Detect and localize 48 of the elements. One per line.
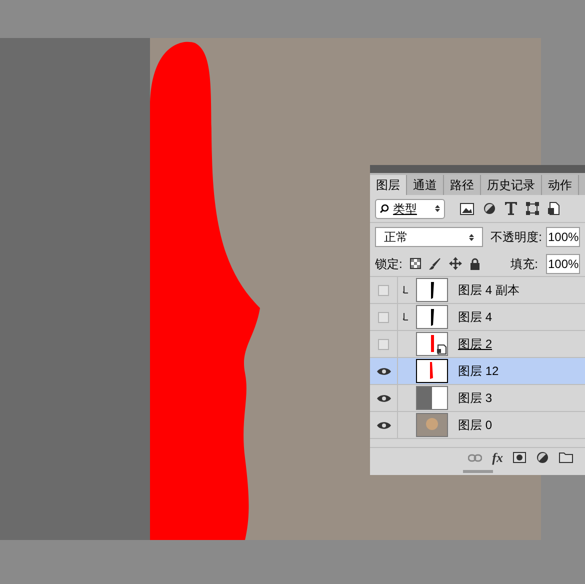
smart-object-filter-icon[interactable] <box>548 202 560 215</box>
filter-label: 类型 <box>393 200 418 218</box>
eye-icon[interactable] <box>376 394 390 402</box>
folder-icon[interactable] <box>559 452 573 463</box>
visibility-checkbox[interactable] <box>378 338 389 350</box>
opacity-field[interactable]: 100% <box>546 227 580 247</box>
opacity-label: 不透明度: <box>490 229 542 246</box>
layer-name: 图层 0 <box>458 417 492 434</box>
updown-icon <box>435 204 440 213</box>
layer-name: 图层 4 副本 <box>458 282 520 299</box>
layer-row[interactable]: 图层 4 副本 <box>370 277 585 304</box>
eye-icon[interactable] <box>376 420 390 430</box>
resize-grip-icon[interactable] <box>462 470 492 472</box>
mask-icon[interactable] <box>513 452 526 463</box>
image-filter-icon[interactable] <box>460 202 474 214</box>
layer-row[interactable]: 图层 0 <box>370 412 585 439</box>
lock-label: 锁定: <box>375 256 402 272</box>
lock-icon[interactable] <box>470 258 480 270</box>
updown-icon <box>468 232 474 242</box>
adjustment-filter-icon[interactable] <box>483 202 496 215</box>
layer-name: 图层 3 <box>458 390 492 407</box>
layer-name: 图层 12 <box>458 363 499 380</box>
panel-tab[interactable]: 通道 <box>407 175 444 195</box>
adjustment-layer-icon[interactable] <box>536 451 549 464</box>
shape-filter-icon[interactable] <box>526 202 539 215</box>
fill-label: 填充: <box>510 256 538 272</box>
layer-row[interactable]: 图层 3 <box>370 385 585 412</box>
search-icon <box>380 204 389 213</box>
blend-mode-label: 正常 <box>384 229 409 246</box>
layer-name: 图层 4 <box>458 309 492 326</box>
filter-dropdown[interactable]: 类型 <box>375 198 445 218</box>
panel-tab[interactable]: 图层 <box>370 175 407 195</box>
fill-field[interactable]: 100% <box>546 254 580 274</box>
selected-layer-row[interactable]: 图层 12 <box>370 358 585 385</box>
visibility-checkbox[interactable] <box>378 284 389 296</box>
panel-tab[interactable]: 动作 <box>542 175 579 195</box>
fx-button[interactable]: fx <box>492 448 503 468</box>
panel-tab[interactable]: 路径 <box>444 175 481 195</box>
blend-mode-dropdown[interactable]: 正常 <box>375 227 483 247</box>
layer-name: 图层 2 <box>458 336 492 353</box>
layer-row[interactable]: 图层 4 <box>370 304 585 331</box>
visibility-checkbox[interactable] <box>378 312 389 322</box>
move-icon[interactable] <box>449 257 462 270</box>
brush-icon[interactable] <box>429 258 442 270</box>
eye-icon[interactable] <box>376 366 390 376</box>
type-filter-icon[interactable] <box>505 202 517 215</box>
lock-transparency-icon[interactable] <box>410 258 422 269</box>
panel-tab[interactable]: 历史记录 <box>481 175 542 195</box>
